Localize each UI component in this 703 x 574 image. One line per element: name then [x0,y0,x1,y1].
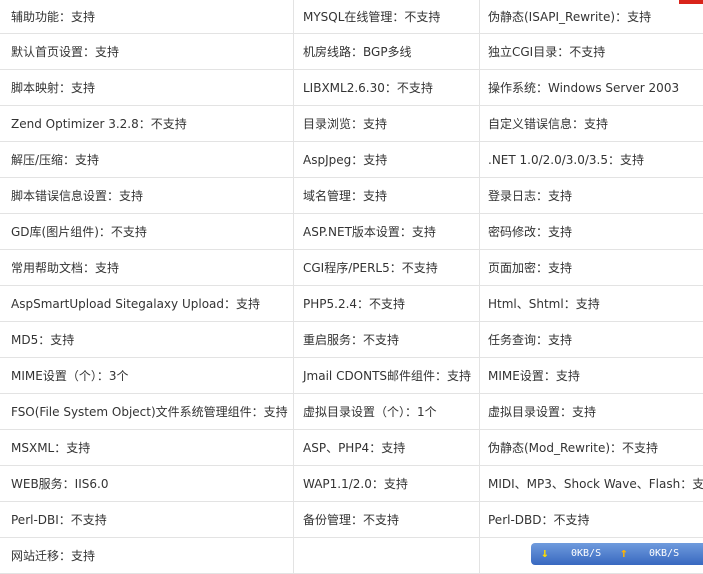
feature-cell: CGI程序/PERL5：不支持 [294,250,480,286]
feature-cell: 虚拟目录设置：支持 [480,394,703,430]
feature-cell: Html、Shtml：支持 [480,286,703,322]
feature-cell: GD库(图片组件)：不支持 [0,214,294,250]
table-row: GD库(图片组件)：不支持 ASP.NET版本设置：支持 密码修改：支持 [0,214,703,250]
table-row: MSXML：支持 ASP、PHP4：支持 伪静态(Mod_Rewrite)：不支… [0,430,703,466]
feature-cell: Jmail CDONTS邮件组件：支持 [294,358,480,394]
feature-cell: WAP1.1/2.0：支持 [294,466,480,502]
download-arrow-icon: ↓ [541,546,549,561]
feature-cell: 登录日志：支持 [480,178,703,214]
feature-cell: ASP、PHP4：支持 [294,430,480,466]
feature-cell: AspJpeg：支持 [294,142,480,178]
feature-cell: WEB服务：IIS6.0 [0,466,294,502]
feature-cell: 任务查询：支持 [480,322,703,358]
table-row: 脚本映射：支持 LIBXML2.6.30：不支持 操作系统：Windows Se… [0,70,703,106]
feature-cell: 目录浏览：支持 [294,106,480,142]
empty-cell [294,538,480,574]
feature-cell: MSXML：支持 [0,430,294,466]
table-row: 脚本错误信息设置：支持 域名管理：支持 登录日志：支持 [0,178,703,214]
feature-cell: MIME设置（个）：3个 [0,358,294,394]
feature-cell: 脚本映射：支持 [0,70,294,106]
feature-cell: 页面加密：支持 [480,250,703,286]
table-row: MD5：支持 重启服务：不支持 任务查询：支持 [0,322,703,358]
feature-cell: PHP5.2.4：不支持 [294,286,480,322]
table-row: 常用帮助文档：支持 CGI程序/PERL5：不支持 页面加密：支持 [0,250,703,286]
feature-cell: 虚拟目录设置（个）：1个 [294,394,480,430]
feature-cell: 伪静态(ISAPI_Rewrite)：支持 [480,0,703,34]
download-rate: 0KB/S [571,548,601,559]
table-row: 解压/压缩：支持 AspJpeg：支持 .NET 1.0/2.0/3.0/3.5… [0,142,703,178]
feature-cell: MIME设置：支持 [480,358,703,394]
feature-cell: 备份管理：不支持 [294,502,480,538]
feature-cell: 常用帮助文档：支持 [0,250,294,286]
table-row: FSO(File System Object)文件系统管理组件：支持 虚拟目录设… [0,394,703,430]
feature-cell: AspSmartUpload Sitegalaxy Upload：支持 [0,286,294,322]
feature-cell: 域名管理：支持 [294,178,480,214]
feature-cell: MIDI、MP3、Shock Wave、Flash：支持 [480,466,703,502]
table-row: 默认首页设置：支持 机房线路：BGP多线 独立CGI目录：不支持 [0,34,703,70]
feature-cell: FSO(File System Object)文件系统管理组件：支持 [0,394,294,430]
feature-cell: 解压/压缩：支持 [0,142,294,178]
feature-cell: 机房线路：BGP多线 [294,34,480,70]
feature-cell: MD5：支持 [0,322,294,358]
feature-cell: 默认首页设置：支持 [0,34,294,70]
table-row: AspSmartUpload Sitegalaxy Upload：支持 PHP5… [0,286,703,322]
feature-cell: 密码修改：支持 [480,214,703,250]
feature-cell: 伪静态(Mod_Rewrite)：不支持 [480,430,703,466]
table-row: Perl-DBI：不支持 备份管理：不支持 Perl-DBD：不支持 [0,502,703,538]
feature-cell: 自定义错误信息：支持 [480,106,703,142]
feature-cell: 网站迁移：支持 [0,538,294,574]
feature-cell: 脚本错误信息设置：支持 [0,178,294,214]
upload-rate: 0KB/S [649,548,679,559]
table-row: MIME设置（个）：3个 Jmail CDONTS邮件组件：支持 MIME设置：… [0,358,703,394]
upload-arrow-icon: ↑ [620,546,628,561]
feature-cell: LIBXML2.6.30：不支持 [294,70,480,106]
feature-cell: 辅助功能：支持 [0,0,294,34]
feature-cell: MYSQL在线管理：不支持 [294,0,480,34]
feature-cell: Perl-DBD：不支持 [480,502,703,538]
feature-support-table: 辅助功能：支持 MYSQL在线管理：不支持 伪静态(ISAPI_Rewrite)… [0,0,703,574]
feature-cell: 重启服务：不支持 [294,322,480,358]
table-row: 辅助功能：支持 MYSQL在线管理：不支持 伪静态(ISAPI_Rewrite)… [0,0,703,34]
table-row: Zend Optimizer 3.2.8：不支持 目录浏览：支持 自定义错误信息… [0,106,703,142]
feature-cell: 独立CGI目录：不支持 [480,34,703,70]
feature-cell: 操作系统：Windows Server 2003 [480,70,703,106]
feature-cell: .NET 1.0/2.0/3.0/3.5：支持 [480,142,703,178]
feature-cell: Perl-DBI：不支持 [0,502,294,538]
feature-cell: ASP.NET版本设置：支持 [294,214,480,250]
table-row: WEB服务：IIS6.0 WAP1.1/2.0：支持 MIDI、MP3、Shoc… [0,466,703,502]
network-speed-meter[interactable]: ↓ 0KB/S ↑ 0KB/S [531,543,703,565]
feature-cell: Zend Optimizer 3.2.8：不支持 [0,106,294,142]
